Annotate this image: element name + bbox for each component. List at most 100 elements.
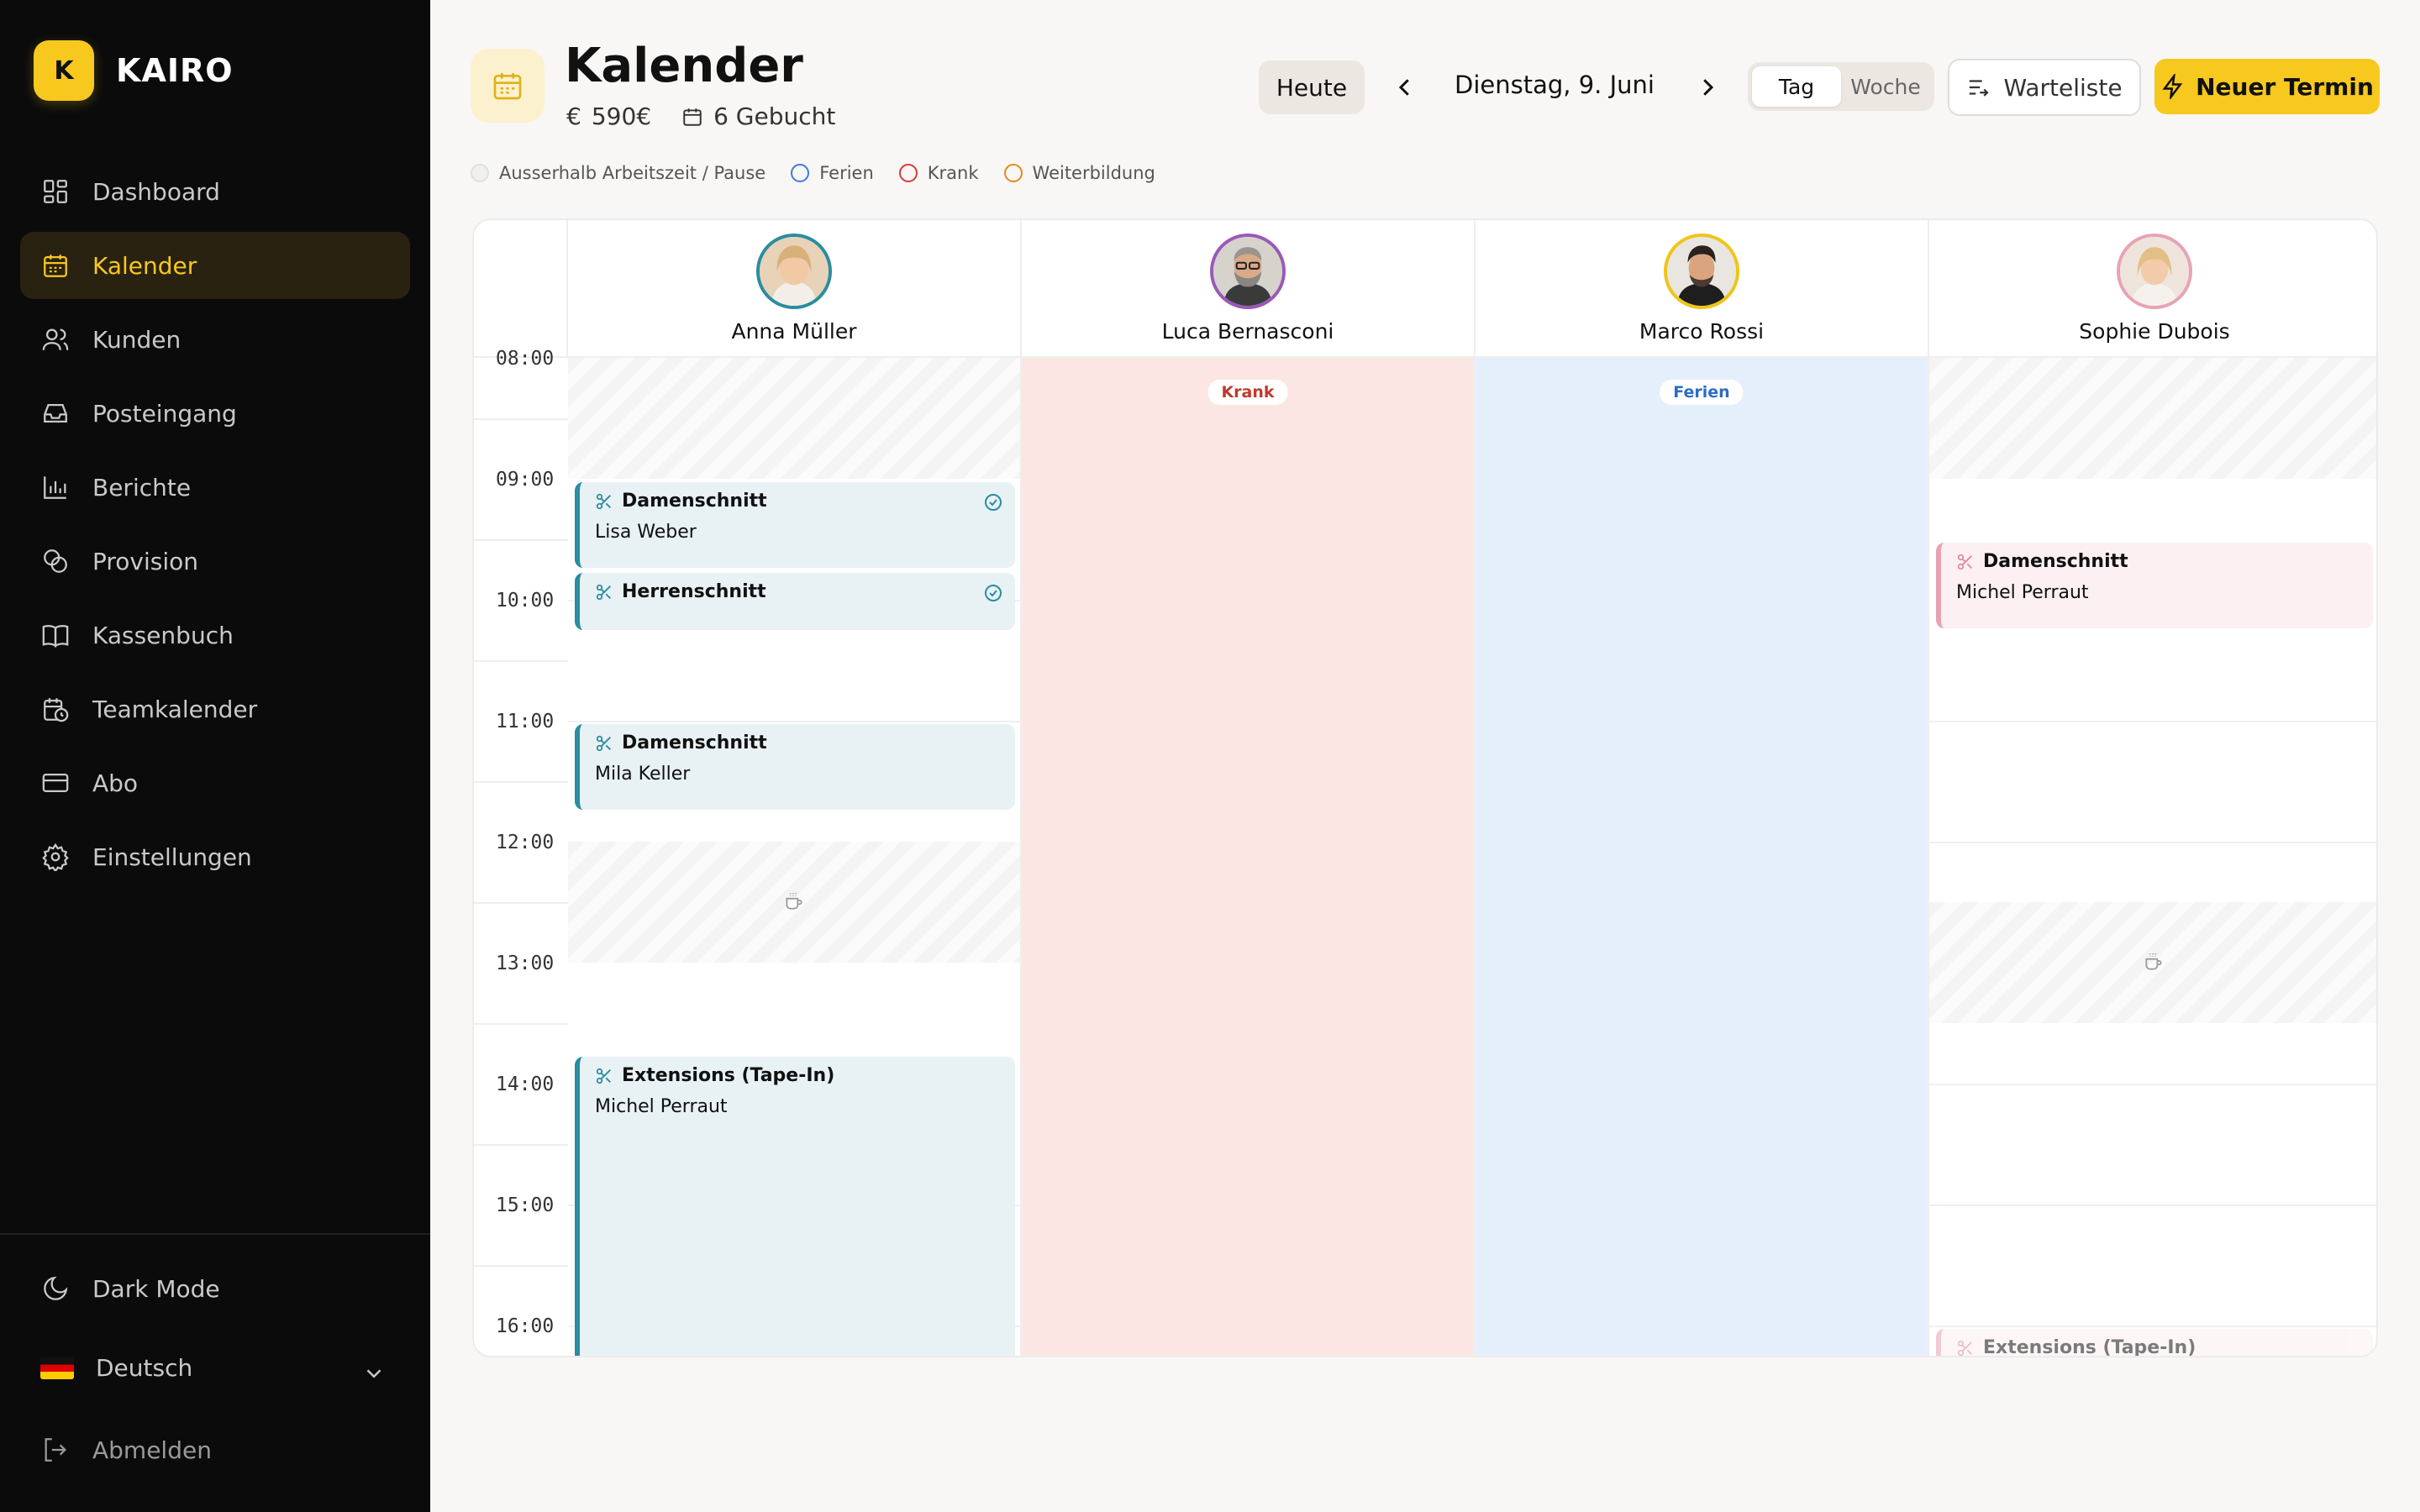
time-label: 09:00 — [496, 469, 555, 491]
appointment-service: Damenschnitt — [622, 491, 767, 512]
moon-icon — [40, 1273, 71, 1304]
brand-name: KAIRO — [116, 52, 234, 89]
booked-value: 6 Gebucht — [713, 102, 836, 130]
sidebar-item-kunden[interactable]: Kunden — [20, 306, 410, 373]
sidebar-item-posteingang[interactable]: Posteingang — [20, 380, 410, 447]
brand[interactable]: K KAIRO — [34, 40, 234, 101]
appointment-card[interactable]: Extensions (Tape-In) — [1936, 1329, 2373, 1357]
legend-label: Weiterbildung — [1032, 163, 1155, 183]
avatar — [1664, 234, 1739, 309]
sidebar-item-label: Posteingang — [92, 399, 237, 428]
time-label: 14:00 — [496, 1074, 555, 1095]
dark-mode-toggle[interactable]: Dark Mode — [40, 1273, 220, 1304]
revenue-stat: €590€ — [566, 102, 651, 130]
gutter-line — [474, 1023, 568, 1025]
legend-vacation: Ferien — [791, 163, 874, 183]
staff-column-marco[interactable]: Ferien — [1476, 358, 1929, 1356]
gutter-line — [474, 660, 568, 662]
legend: Ausserhalb Arbeitszeit / Pause Ferien Kr… — [471, 163, 1155, 183]
scissors-icon — [596, 1068, 611, 1084]
chevron-left-icon — [1398, 79, 1409, 96]
appointment-card[interactable]: Damenschnitt Mila Keller — [575, 724, 1015, 810]
vacation-badge: Ferien — [1660, 380, 1744, 405]
dashboard-icon — [40, 176, 71, 207]
appointment-card[interactable]: Damenschnitt Michel Perraut — [1936, 543, 2373, 628]
sidebar-divider — [0, 1233, 430, 1235]
appointment-title: Extensions (Tape-In) — [595, 1065, 1000, 1086]
logout-button[interactable]: Abmelden — [40, 1435, 212, 1465]
sidebar-item-label: Provision — [92, 547, 199, 575]
staff-column-luca[interactable]: Krank — [1022, 358, 1476, 1356]
gutter-line — [474, 781, 568, 783]
appointment-service: Extensions (Tape-In) — [1983, 1337, 2196, 1357]
chart-icon — [40, 472, 71, 502]
time-label: 12:00 — [496, 832, 555, 853]
booked-stat: 6 Gebucht — [681, 102, 835, 130]
hour-line — [1929, 1326, 2376, 1327]
outside-hours-block — [568, 358, 1020, 479]
inbox-icon — [40, 398, 71, 428]
staff-column-header[interactable]: Anna Müller — [568, 220, 1022, 358]
calendar-icon — [40, 250, 71, 281]
prev-day-button[interactable] — [1388, 71, 1422, 104]
avatar — [2117, 234, 2192, 309]
staff-column-header[interactable]: Luca Bernasconi — [1022, 220, 1476, 358]
appointment-card[interactable]: Extensions (Tape-In) Michel Perraut — [575, 1057, 1015, 1356]
gutter-line — [474, 902, 568, 904]
sidebar-item-teamkalender[interactable]: Teamkalender — [20, 675, 410, 743]
language-select[interactable]: Deutsch — [40, 1354, 192, 1382]
appointment-title: Damenschnitt — [595, 732, 1000, 753]
scissors-icon — [596, 735, 611, 751]
next-day-button[interactable] — [1691, 71, 1724, 104]
time-label: 11:00 — [496, 711, 555, 732]
hour-line — [1929, 721, 2376, 722]
staff-column-header[interactable]: Marco Rossi — [1476, 220, 1929, 358]
waitlist-button[interactable]: Warteliste — [1948, 59, 2141, 116]
hour-line — [1929, 1205, 2376, 1206]
staff-name: Luca Bernasconi — [1161, 319, 1334, 344]
staff-column-header[interactable]: Sophie Dubois — [1929, 220, 2376, 358]
sidebar-item-kalender[interactable]: Kalender — [20, 232, 410, 299]
appointment-card[interactable]: Herrenschnitt — [575, 573, 1015, 630]
hour-line — [1929, 1084, 2376, 1085]
legend-dot — [898, 164, 918, 182]
appointment-title: Herrenschnitt — [595, 581, 1000, 602]
staff-column-anna[interactable]: Damenschnitt Lisa Weber Herrenschnitt Da… — [568, 358, 1022, 1356]
users-icon — [40, 324, 71, 354]
sidebar-item-einstellungen[interactable]: Einstellungen — [20, 823, 410, 890]
sidebar-nav: Dashboard Kalender Kunden Posteingang Be… — [20, 158, 410, 897]
sidebar-item-kassenbuch[interactable]: Kassenbuch — [20, 601, 410, 669]
legend-sick: Krank — [898, 163, 979, 183]
coins-icon — [40, 546, 71, 576]
view-day-tab[interactable]: Tag — [1752, 66, 1841, 107]
hour-line — [1929, 842, 2376, 843]
gutter-line — [474, 1265, 568, 1267]
appointment-service: Extensions (Tape-In) — [622, 1065, 835, 1086]
legend-training: Weiterbildung — [1003, 163, 1155, 183]
avatar — [756, 234, 832, 309]
dark-mode-label: Dark Mode — [92, 1274, 220, 1303]
time-gutter-header — [474, 220, 568, 358]
chevron-right-icon — [1703, 79, 1714, 96]
coffee-icon — [2143, 951, 2165, 976]
chevron-down-icon[interactable] — [361, 1361, 387, 1389]
appointment-service: Damenschnitt — [1983, 551, 2128, 572]
sidebar-item-berichte[interactable]: Berichte — [20, 454, 410, 521]
sidebar-item-label: Kunden — [92, 325, 182, 354]
scissors-icon — [596, 493, 611, 509]
today-button[interactable]: Heute — [1259, 60, 1365, 114]
new-appointment-button[interactable]: Neuer Termin — [2154, 59, 2380, 114]
legend-dot — [1003, 164, 1023, 182]
check-circle-icon — [983, 583, 1003, 608]
appointment-card[interactable]: Damenschnitt Lisa Weber — [575, 482, 1015, 568]
scissors-icon — [1957, 554, 1972, 570]
view-week-tab[interactable]: Woche — [1841, 66, 1930, 107]
sidebar-item-provision[interactable]: Provision — [20, 528, 410, 595]
sidebar-item-dashboard[interactable]: Dashboard — [20, 158, 410, 225]
sidebar-item-abo[interactable]: Abo — [20, 749, 410, 816]
legend-label: Ferien — [819, 163, 874, 183]
vacation-block — [1476, 358, 1928, 1356]
sidebar-item-label: Einstellungen — [92, 843, 252, 871]
appointment-service: Herrenschnitt — [622, 581, 766, 602]
staff-column-sophie[interactable]: Damenschnitt Michel Perraut Extensions (… — [1929, 358, 2376, 1357]
